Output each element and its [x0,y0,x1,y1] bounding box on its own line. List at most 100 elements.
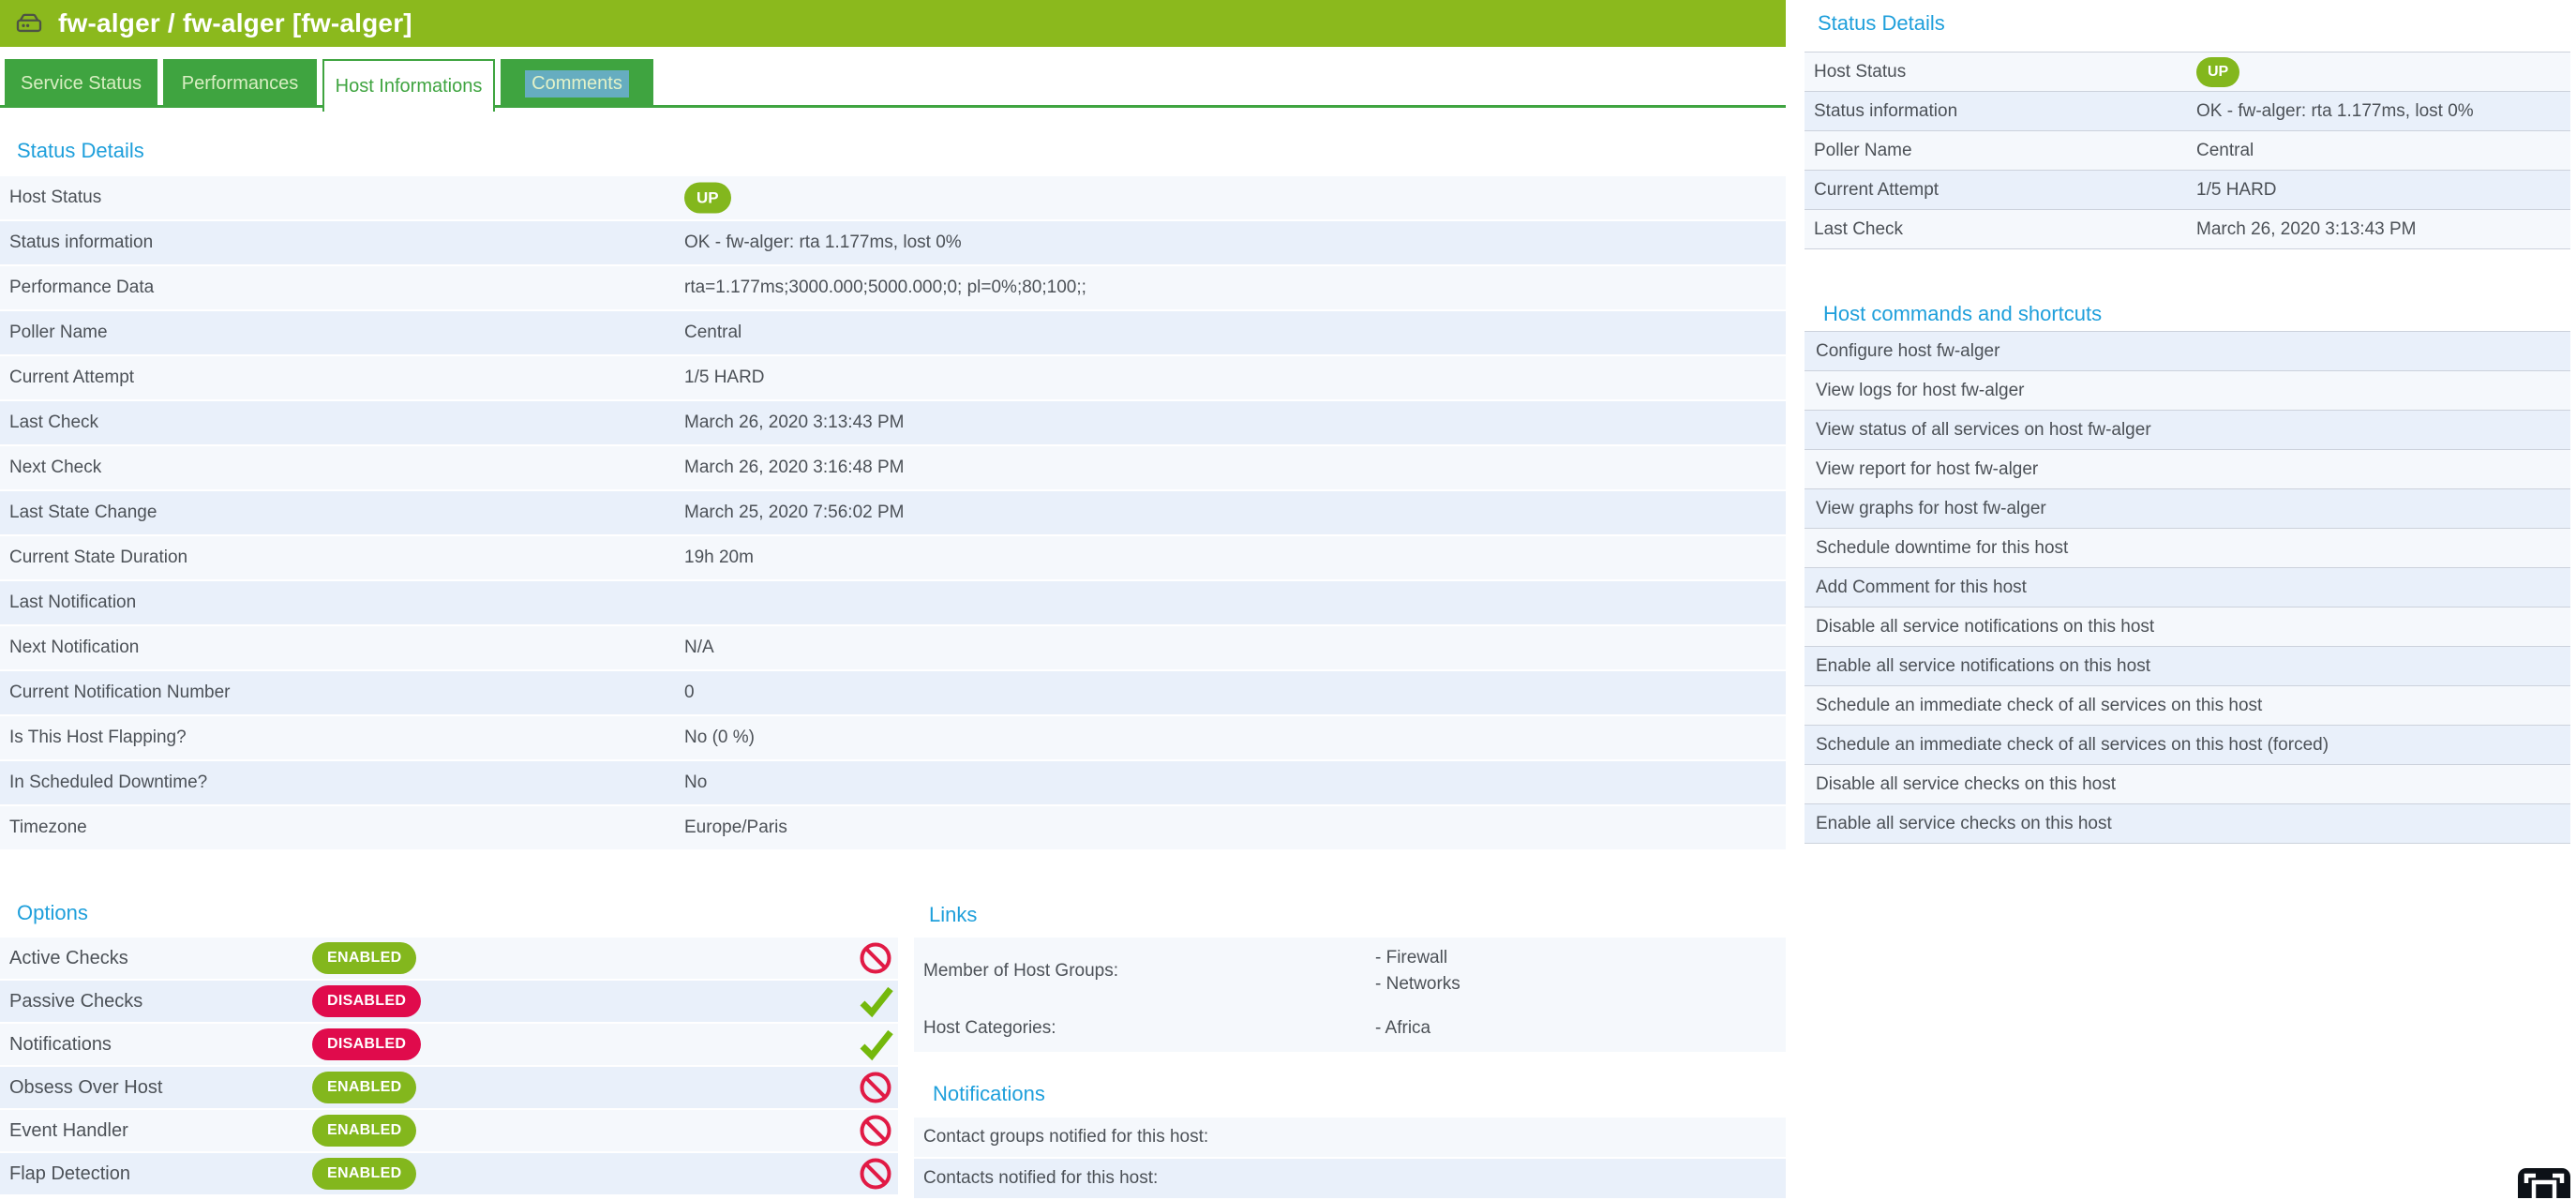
host-commands-list: Configure host fw-algerView logs for hos… [1805,331,2570,844]
status-summary-title: Status Details [1818,11,1945,36]
status-summary-table: Host Status UP Status informationOK - fw-a… [1805,52,2570,249]
option-state-badge: DISABLED [312,1028,421,1060]
links-table: Member of Host Groups: - Firewall- Networ… [914,938,1786,1052]
row-label: Status information [0,232,153,253]
link-item[interactable]: - Firewall [1375,945,1460,971]
option-row: Active Checks ENABLED [0,938,898,981]
command-link[interactable]: Disable all service notifications on thi… [1805,608,2570,647]
option-row: Passive Checks DISABLED [0,981,898,1024]
row-value: UP [684,183,731,214]
summary-row: Host Status UP [1805,52,2570,92]
command-link[interactable]: View status of all services on host fw-a… [1805,411,2570,450]
fullscreen-button[interactable] [2518,1168,2570,1198]
notification-row: Contact groups notified for this host: [914,1118,1786,1159]
tab-service-status[interactable]: Service Status [5,59,157,108]
row-value: 0 [684,682,695,703]
host-status-badge: UP [684,183,731,214]
option-state-badge: ENABLED [312,1158,416,1190]
ban-icon[interactable] [859,1114,894,1148]
server-drive-icon [13,9,45,38]
row-label: Last Check [1805,219,1903,240]
link-item[interactable]: - Networks [1375,971,1460,998]
table-row: Last State ChangeMarch 25, 2020 7:56:02 … [0,491,1786,536]
row-label: Host Status [1805,62,1906,82]
page-title: fw-alger / fw-alger [fw-alger] [58,8,412,38]
row-label: Host Status [0,188,101,208]
options-title: Options [17,901,88,925]
ban-icon[interactable] [859,1071,894,1104]
status-details-title: Status Details [17,139,144,163]
table-row: In Scheduled Downtime?No [0,761,1786,806]
row-value: N/A [684,638,714,658]
command-link[interactable]: Configure host fw-alger [1805,332,2570,371]
table-row: Current Notification Number0 [0,671,1786,716]
row-label: Last Check [0,412,98,433]
row-label: Current Attempt [1805,180,1939,201]
notification-row: Contacts notified for this host: [914,1159,1786,1200]
status-details-table: Host Status UP Status information OK - fw-a… [0,176,1786,851]
links-title: Links [929,903,977,927]
option-label: Event Handler [0,1120,128,1142]
command-link[interactable]: Schedule downtime for this host [1805,529,2570,568]
tab-host-informations[interactable]: Host Informations [322,59,495,112]
row-value: 19h 20m [684,548,754,568]
option-state-badge: DISABLED [312,985,421,1017]
command-link[interactable]: View graphs for host fw-alger [1805,489,2570,529]
links-row: Host Categories:- Africa [914,1005,1786,1052]
ban-icon[interactable] [859,1157,894,1191]
check-icon[interactable] [859,1028,894,1061]
tab-comments[interactable]: Comments [501,59,653,108]
option-row: Event HandlerENABLED [0,1110,898,1153]
command-link[interactable]: Add Comment for this host [1805,568,2570,608]
check-icon[interactable] [859,984,894,1018]
links-row: Member of Host Groups: - Firewall- Networ… [914,938,1786,1005]
row-label: Last State Change [0,502,157,523]
table-row: Poller NameCentral [0,311,1786,356]
row-label: Last Notification [0,592,136,613]
option-label: Passive Checks [0,991,142,1012]
command-link[interactable]: View logs for host fw-alger [1805,371,2570,411]
links-label: Member of Host Groups: [914,961,1118,982]
row-value: March 26, 2020 3:13:43 PM [2196,219,2416,240]
ban-icon[interactable] [859,941,894,975]
option-row: NotificationsDISABLED [0,1024,898,1067]
notifications-table: Contact groups notified for this host:Co… [914,1118,1786,1200]
table-row: Current State Duration19h 20m [0,536,1786,581]
row-value: Central [684,322,741,343]
table-row: Performance Data rta=1.177ms;3000.000;500… [0,266,1786,311]
table-row: Is This Host Flapping?No (0 %) [0,716,1786,761]
host-commands-title: Host commands and shortcuts [1823,302,2102,326]
option-state-badge: ENABLED [312,1072,416,1103]
command-link[interactable]: Schedule an immediate check of all servi… [1805,686,2570,726]
link-item[interactable]: - Africa [1375,1015,1430,1042]
row-value: 1/5 HARD [2196,180,2277,201]
command-link[interactable]: Enable all service checks on this host [1805,804,2570,844]
command-link[interactable]: Disable all service checks on this host [1805,765,2570,804]
summary-row: Status informationOK - fw-alger: rta 1.1… [1805,92,2570,131]
table-row: Next CheckMarch 26, 2020 3:16:48 PM [0,446,1786,491]
tab-performances[interactable]: Performances [163,59,317,108]
options-table: Active Checks ENABLED Passive Checks DISABL… [0,938,898,1196]
row-label: Next Notification [0,638,139,658]
option-label: Active Checks [0,948,128,969]
row-value: March 26, 2020 3:16:48 PM [684,458,904,478]
command-link[interactable]: Schedule an immediate check of all servi… [1805,726,2570,765]
command-link[interactable]: Enable all service notifications on this… [1805,647,2570,686]
row-label: In Scheduled Downtime? [0,772,207,793]
row-value: rta=1.177ms;3000.000;5000.000;0; pl=0%;8… [684,278,1086,298]
table-row: Host Status UP [0,176,1786,221]
row-label: Performance Data [0,278,154,298]
row-label: Current Attempt [0,368,134,388]
option-label: Obsess Over Host [0,1077,162,1099]
tab-label: Performances [182,73,299,95]
row-label: Status information [1805,101,1957,122]
row-value: UP [2196,57,2239,87]
row-value: OK - fw-alger: rta 1.177ms, lost 0% [684,232,962,253]
option-row: Flap DetectionENABLED [0,1153,898,1196]
option-state-badge: ENABLED [312,942,416,974]
table-row: Status information OK - fw-alger: rta 1.1… [0,221,1786,266]
command-link[interactable]: View report for host fw-alger [1805,450,2570,489]
option-row: Obsess Over Host ENABLED [0,1067,898,1110]
row-value: Europe/Paris [684,818,787,838]
row-value: March 26, 2020 3:13:43 PM [684,412,904,433]
